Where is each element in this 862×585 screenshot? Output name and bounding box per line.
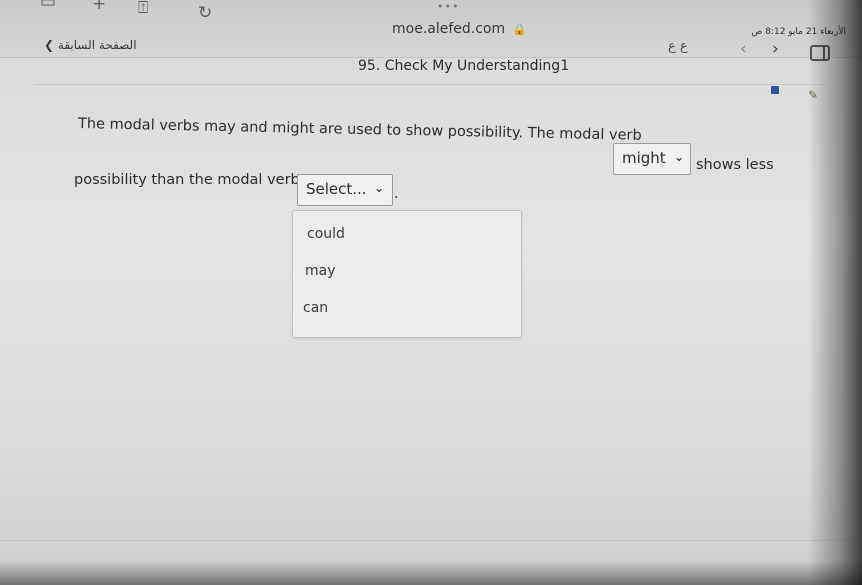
screen-bottom-shadow (0, 560, 862, 585)
question-line-1-tail: shows less (696, 157, 774, 173)
question-line-1: The modal verbs may and might are used t… (77, 116, 642, 144)
select-answer-1[interactable]: might ⌄ (613, 143, 691, 175)
select-2-value: Select... (306, 180, 367, 198)
footer-divider (0, 540, 862, 541)
reload-icon[interactable]: ↻ (198, 5, 212, 22)
chevron-left-icon[interactable]: ‹ (740, 39, 747, 59)
option-can[interactable]: can (303, 300, 328, 316)
lock-icon: 🔒 (512, 23, 527, 36)
reader-button[interactable]: ع ع (668, 39, 688, 54)
select-1-value: might (622, 149, 666, 167)
chevron-right-icon[interactable]: › (772, 39, 779, 59)
dropdown-menu: could may can (292, 210, 522, 338)
plus-icon[interactable]: + (92, 0, 106, 13)
window-dots: ••• (437, 0, 460, 13)
chevron-back-icon: ❮ (44, 38, 55, 52)
chevron-down-icon: ⌄ (374, 181, 385, 195)
pen-icon[interactable]: ✎ (808, 88, 818, 102)
sidebar-icon[interactable] (810, 45, 830, 61)
chevron-down-icon: ⌄ (674, 150, 685, 164)
page-title: 95. Check My Understanding1 (358, 58, 570, 74)
option-may[interactable]: may (305, 263, 336, 279)
question-line-2: possibility than the modal verb (74, 172, 300, 188)
back-label: الصفحة السابقة (57, 38, 137, 52)
select-answer-2[interactable]: Select... ⌄ (297, 174, 393, 206)
address-bar[interactable]: moe.alefed.com 🔒 (392, 21, 526, 37)
url-text: moe.alefed.com (392, 21, 506, 37)
note-icon[interactable] (771, 86, 779, 94)
back-button[interactable]: ❮ الصفحة السابقة (44, 38, 137, 52)
tabs-icon[interactable]: ▭ (40, 0, 56, 11)
header-divider (35, 84, 825, 85)
option-could[interactable]: could (307, 226, 345, 242)
status-time: الأربعاء 21 مايو 8:12 ص (751, 27, 846, 37)
question-line-2-tail: . (394, 186, 399, 202)
share-icon[interactable]: ⍐ (138, 0, 148, 17)
